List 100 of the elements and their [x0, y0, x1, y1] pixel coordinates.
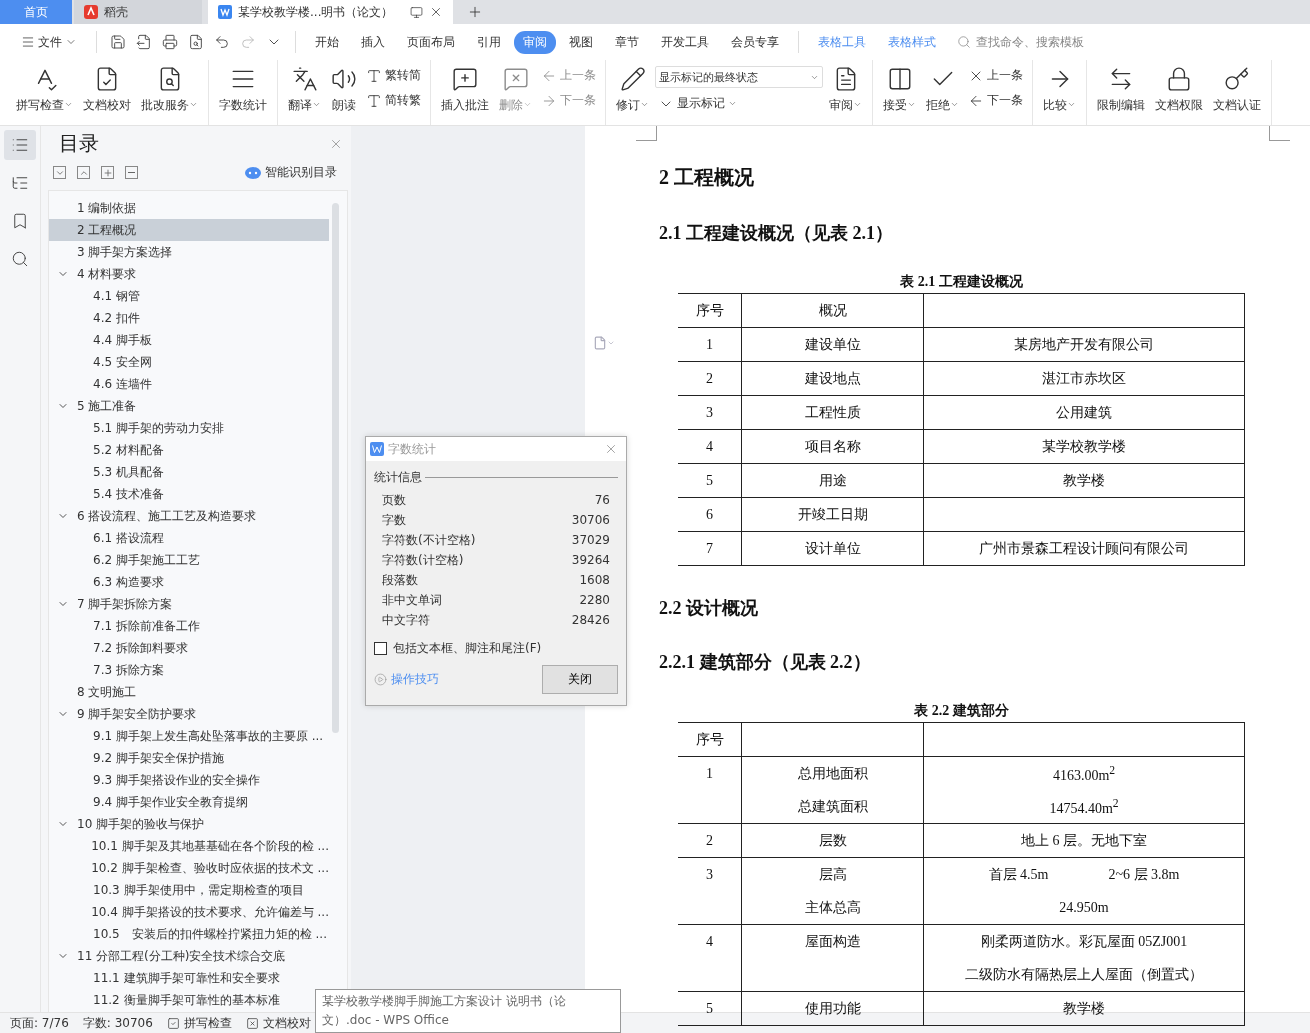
ribbon-button[interactable]: 上一条: [965, 66, 1026, 85]
toc-item[interactable]: 2 工程概况: [49, 219, 329, 241]
monitor-icon: [410, 5, 423, 19]
search-field[interactable]: 查找命令、搜索模板: [957, 34, 1118, 50]
smart-toc-button[interactable]: 智能识别目录: [239, 163, 343, 182]
toc-item[interactable]: 9.1 脚手架上发生高处坠落事故的主要原 ...: [49, 725, 329, 747]
status-button[interactable]: 文档校对: [245, 1014, 311, 1032]
ribbon-button[interactable]: 拒绝: [922, 64, 963, 116]
toc-item[interactable]: 5.2 材料配备: [49, 439, 329, 461]
toc-item[interactable]: 4.6 连墙件: [49, 373, 329, 395]
toc-item[interactable]: 10.5 安装后的扣件螺栓拧紧扭力矩的检 ...: [49, 923, 329, 945]
toc-item[interactable]: 10.2 脚手架检查、验收时应依据的技术文 ...: [49, 857, 329, 879]
stat-value: 2280: [579, 593, 610, 607]
toc-item[interactable]: 7 脚手架拆除方案: [49, 593, 329, 615]
ribbon-button[interactable]: 字数统计: [215, 64, 271, 116]
ribbon-tab[interactable]: 视图: [560, 30, 602, 54]
stat-label: 字数: [382, 511, 406, 529]
print-icon[interactable]: [162, 34, 178, 50]
ribbon-button[interactable]: 限制编辑: [1093, 64, 1149, 116]
toc-item[interactable]: 11.1 建筑脚手架可靠性和安全要求: [49, 967, 329, 989]
ribbon-tab[interactable]: 会员专享: [722, 30, 788, 54]
toc-item[interactable]: 3 脚手架方案选择: [49, 241, 329, 263]
toc-item[interactable]: 4 材料要求: [49, 263, 329, 285]
ribbon-button[interactable]: 朗读: [327, 64, 361, 116]
toc-item[interactable]: 10.1 脚手架及其地基基础在各个阶段的检 ...: [49, 835, 329, 857]
toc-item[interactable]: 9.3 脚手架搭设作业的安全操作: [49, 769, 329, 791]
ribbon-tab[interactable]: 引用: [468, 30, 510, 54]
sidebar-button[interactable]: [4, 130, 36, 160]
ribbon-button[interactable]: 插入批注: [437, 64, 493, 116]
ribbon-button[interactable]: 拼写检查: [12, 64, 77, 116]
toc-item[interactable]: 9.2 脚手架安全保护措施: [49, 747, 329, 769]
toc-item[interactable]: 4.5 安全网: [49, 351, 329, 373]
toc-item[interactable]: 5.1 脚手架的劳动力安排: [49, 417, 329, 439]
ribbon-tab[interactable]: 页面布局: [398, 30, 464, 54]
export-icon[interactable]: [136, 34, 152, 50]
ribbon-button[interactable]: 下一条: [965, 91, 1026, 110]
close-button[interactable]: [604, 442, 618, 456]
include-checkbox[interactable]: 包括文本框、脚注和尾注(F): [374, 640, 618, 657]
word-count[interactable]: 字数: 30706: [82, 1014, 153, 1032]
toc-item[interactable]: 5.4 技术准备: [49, 483, 329, 505]
toc-item[interactable]: 5.3 机具配备: [49, 461, 329, 483]
ribbon-button[interactable]: 文档校对: [79, 64, 135, 116]
ribbon-tab[interactable]: 开发工具: [652, 30, 718, 54]
toc-item[interactable]: 10.3 脚手架使用中，需定期检查的项目: [49, 879, 329, 901]
table-cell: 主体总高: [804, 898, 861, 917]
toc-item[interactable]: 9.4 脚手架作业安全教育提纲: [49, 791, 329, 813]
table-cell: 7: [706, 540, 713, 557]
toc-item[interactable]: 10.4 脚手架搭设的技术要求、允许偏差与 ...: [49, 901, 329, 923]
status-button[interactable]: 拼写检查: [166, 1014, 232, 1032]
heading: 2.1 工程建设概况（见表 2.1）: [659, 222, 894, 245]
toc-item[interactable]: 7.2 拆除卸料要求: [49, 637, 329, 659]
document-options-icon[interactable]: [593, 336, 615, 350]
toc-item[interactable]: 7.3 拆除方案: [49, 659, 329, 681]
table-header: 序号: [695, 301, 724, 320]
table-cell: 屋面构造: [804, 932, 861, 951]
ribbon-button[interactable]: 批改服务: [137, 64, 202, 116]
lock-icon: [1166, 66, 1192, 92]
toc-item[interactable]: 8 文明施工: [49, 681, 329, 703]
checkbox[interactable]: [374, 642, 387, 655]
toc-item[interactable]: 1 编制依据: [49, 197, 329, 219]
toc-item[interactable]: 6.2 脚手架施工工艺: [49, 549, 329, 571]
ribbon-button[interactable]: 修订: [612, 64, 653, 116]
ribbon-button[interactable]: 比较: [1039, 64, 1080, 116]
toc-item[interactable]: 4.2 扣件: [49, 307, 329, 329]
ribbon-button[interactable]: 繁转简: [363, 66, 424, 85]
save-icon[interactable]: [110, 34, 126, 50]
preview-icon[interactable]: [188, 34, 204, 50]
ribbon-button[interactable]: 审阅: [825, 64, 866, 116]
toc-item[interactable]: 11 分部工程(分工种)安全技术综合交底: [49, 945, 329, 967]
markup-dropdown[interactable]: 显示标记的最终状态: [655, 66, 823, 88]
window-tab[interactable]: 稻壳: [74, 0, 202, 24]
toc-item[interactable]: 5 施工准备: [49, 395, 329, 417]
translate-icon: [291, 66, 318, 92]
toc-item[interactable]: 4.1 钢管: [49, 285, 329, 307]
file-menu[interactable]: 文件: [12, 30, 86, 54]
toc-item[interactable]: 6.1 搭设流程: [49, 527, 329, 549]
toc-item[interactable]: 10 脚手架的验收与保护: [49, 813, 329, 835]
ribbon-button[interactable]: 显示标记: [655, 94, 823, 113]
ribbon-tab[interactable]: 开始: [306, 30, 348, 54]
toc-item[interactable]: 7.1 拆除前准备工作: [49, 615, 329, 637]
toc-item[interactable]: 4.4 脚手板: [49, 329, 329, 351]
minus-button[interactable]: [125, 166, 138, 179]
ribbon-button[interactable]: 文档认证: [1209, 64, 1265, 116]
expand-button[interactable]: [53, 166, 66, 179]
ribbon-tab[interactable]: 插入: [352, 30, 394, 54]
plus-button[interactable]: [101, 166, 114, 179]
table-caption: 表 2.1 工程建设概况: [899, 273, 1024, 291]
ribbon-button[interactable]: 文档权限: [1151, 64, 1207, 116]
ribbon-tab[interactable]: 章节: [606, 30, 648, 54]
toc-item[interactable]: 6.3 构造要求: [49, 571, 329, 593]
collapse-button[interactable]: [77, 166, 90, 179]
scrollbar-thumb[interactable]: [332, 203, 339, 733]
ribbon-button[interactable]: 简转繁: [363, 91, 424, 110]
toc-item[interactable]: 9 脚手架安全防护要求: [49, 703, 329, 725]
window-tab[interactable]: 某学校教学楼...明书（论文）: [208, 0, 453, 24]
ribbon-button[interactable]: 接受: [879, 64, 920, 116]
close-button[interactable]: 关闭: [542, 665, 618, 694]
ribbon-button[interactable]: 翻译: [284, 64, 325, 116]
toc-item[interactable]: 6 搭设流程、施工工艺及构造要求: [49, 505, 329, 527]
undo-icon[interactable]: [214, 34, 230, 50]
